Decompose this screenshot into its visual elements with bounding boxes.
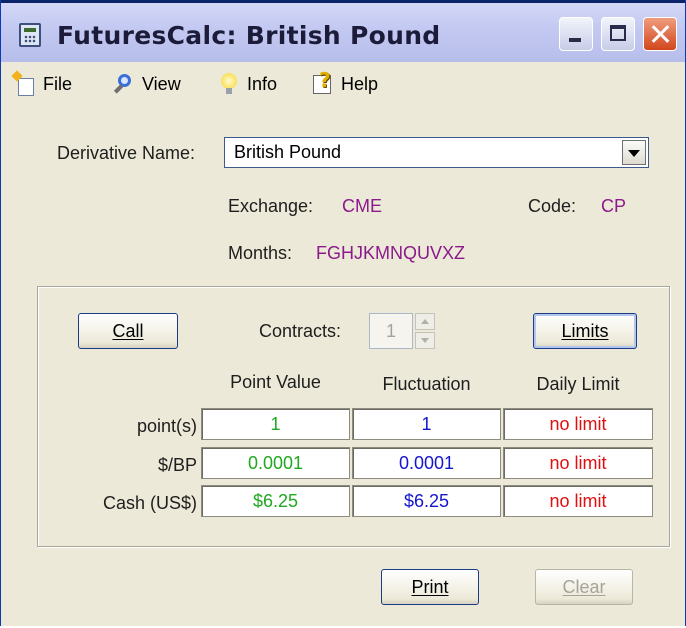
cell-daily-limit: no limit xyxy=(503,485,653,517)
maximize-button[interactable] xyxy=(601,17,635,51)
call-button[interactable]: Call xyxy=(78,313,178,349)
months-value: FGHJKMNQUVXZ xyxy=(316,243,466,263)
menu-info-label: Info xyxy=(247,73,278,94)
cell-fluctuation: 1 xyxy=(352,408,501,440)
code-label: Code: xyxy=(528,196,577,216)
lightbulb-icon xyxy=(217,72,241,96)
cell-point-value: 0.0001 xyxy=(201,447,350,479)
menu-view[interactable]: View xyxy=(112,72,181,96)
chevron-down-icon[interactable] xyxy=(622,140,646,165)
menu-file[interactable]: File xyxy=(13,72,72,96)
window-title: FuturesCalc: British Pound xyxy=(57,21,441,50)
row-label-cash: Cash (US$) xyxy=(102,493,197,513)
call-button-label: Call xyxy=(112,320,144,341)
cell-point-value: $6.25 xyxy=(201,485,350,517)
menu-help[interactable]: Help xyxy=(311,68,379,96)
magnifier-icon xyxy=(112,72,136,96)
help-icon xyxy=(311,68,335,96)
print-button[interactable]: Print xyxy=(381,569,479,605)
calculator-icon[interactable] xyxy=(19,23,41,47)
new-file-icon xyxy=(13,72,37,96)
clear-button[interactable]: Clear xyxy=(535,569,633,605)
row-label-points: point(s) xyxy=(136,416,197,436)
limits-button[interactable]: Limits xyxy=(533,313,637,349)
contracts-stepper[interactable] xyxy=(415,313,435,349)
title-bar[interactable]: FuturesCalc: British Pound xyxy=(1,0,685,65)
derivative-name-label: Derivative Name: xyxy=(57,143,196,163)
menu-file-label: File xyxy=(43,73,73,94)
exchange-label: Exchange: xyxy=(228,196,314,216)
close-button[interactable] xyxy=(643,17,677,51)
months-label: Months: xyxy=(228,243,293,263)
cell-daily-limit: no limit xyxy=(503,408,653,440)
cell-daily-limit: no limit xyxy=(503,447,653,479)
spin-down-icon[interactable] xyxy=(415,332,435,349)
column-header-fluctuation: Fluctuation xyxy=(382,374,471,394)
print-button-label: Print xyxy=(411,576,449,597)
minimize-button[interactable] xyxy=(559,17,593,51)
cell-fluctuation: 0.0001 xyxy=(352,447,501,479)
derivative-name-value: British Pound xyxy=(234,142,342,162)
limits-button-label: Limits xyxy=(561,320,609,341)
contracts-input[interactable]: 1 xyxy=(369,313,413,349)
clear-button-label: Clear xyxy=(562,576,606,597)
derivative-name-select[interactable]: British Pound xyxy=(224,137,649,168)
row-label-per-bp: $/BP xyxy=(157,455,197,475)
column-header-point-value: Point Value xyxy=(230,372,321,392)
spin-up-icon[interactable] xyxy=(415,313,435,330)
column-header-daily-limit: Daily Limit xyxy=(536,374,620,394)
menu-info[interactable]: Info xyxy=(217,72,277,96)
cell-fluctuation: $6.25 xyxy=(352,485,501,517)
menu-view-label: View xyxy=(142,73,181,94)
menu-bar: File View Info Help xyxy=(1,62,685,106)
exchange-value: CME xyxy=(342,196,382,216)
code-value: CP xyxy=(601,196,627,216)
cell-point-value: 1 xyxy=(201,408,350,440)
contracts-label: Contracts: xyxy=(259,321,342,341)
menu-help-label: Help xyxy=(341,73,379,94)
app-window: FuturesCalc: British Pound File View Inf… xyxy=(0,0,686,626)
